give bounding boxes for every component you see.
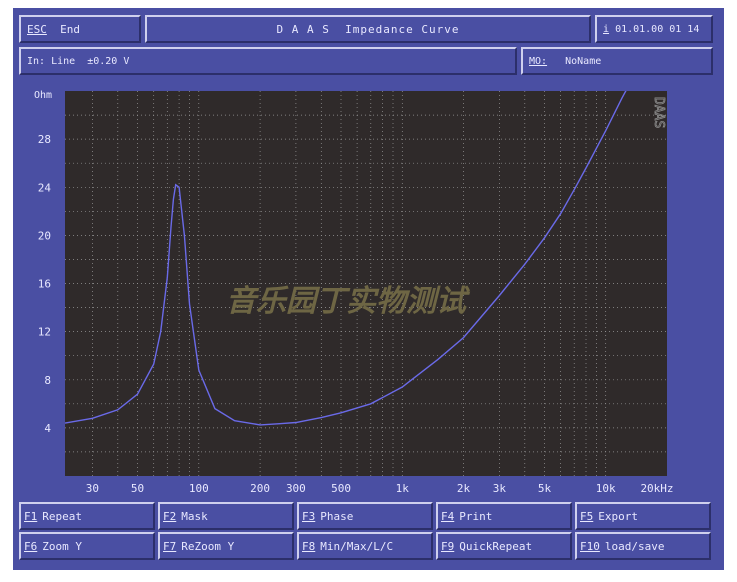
fkey-label: Export — [598, 509, 638, 523]
fkey-f10-button[interactable]: F10 load/save — [575, 532, 711, 560]
fkey-label: Print — [459, 509, 493, 523]
title-bar: D A A S Impedance Curve — [145, 15, 591, 43]
fkey-key: F1 — [24, 509, 38, 523]
esc-label: End — [60, 22, 80, 36]
y-tick-label: 20 — [38, 229, 51, 242]
fkey-label: Repeat — [42, 509, 82, 523]
fkey-key: F4 — [441, 509, 455, 523]
fkey-f8-button[interactable]: F8 Min/Max/L/C — [297, 532, 433, 560]
fkey-key: F6 — [24, 539, 38, 553]
mo-value: NoName — [565, 55, 602, 67]
fkey-f4-button[interactable]: F4 Print — [436, 502, 572, 530]
page-title: D A A S Impedance Curve — [276, 22, 460, 36]
fkey-f1-button[interactable]: F1 Repeat — [19, 502, 155, 530]
x-tick-label: 500 — [331, 482, 351, 495]
fkey-label: Mask — [181, 509, 208, 523]
fkey-label: Zoom Y — [42, 539, 82, 553]
x-tick-label: 10k — [596, 482, 616, 495]
fkey-key: F7 — [163, 539, 177, 553]
fkey-f3-button[interactable]: F3 Phase — [297, 502, 433, 530]
fkey-key: F9 — [441, 539, 455, 553]
fkey-f7-button[interactable]: F7 ReZoom Y — [158, 532, 294, 560]
x-tick-labels: 30 50 100 200 300 500 1k 2k 3k 5k 10k 20kHz — [86, 482, 674, 495]
info-key: i — [603, 23, 610, 35]
y-unit-label: Ohm — [34, 90, 52, 101]
fkey-label: Phase — [320, 509, 354, 523]
x-tick-label: 300 — [286, 482, 306, 495]
esc-end-button[interactable]: ESC End — [19, 15, 141, 43]
x-tick-label: 30 — [86, 482, 99, 495]
fkey-key: F5 — [580, 509, 594, 523]
fkey-key: F10 — [580, 539, 600, 553]
watermark-text: 音乐园丁实物测试 — [226, 284, 471, 319]
y-tick-labels: Ohm 4 8 12 16 20 24 28 — [34, 90, 52, 435]
y-tick-label: 24 — [38, 181, 52, 194]
fkey-label: load/save — [604, 539, 665, 553]
mo-name-button[interactable]: MO: NoName — [521, 47, 713, 75]
fkey-f9-button[interactable]: F9 QuickRepeat — [436, 532, 572, 560]
x-tick-label: 1k — [396, 482, 410, 495]
daas-logo: DAAS — [651, 97, 666, 128]
input-level: ±0.20 V — [87, 55, 130, 67]
x-tick-label: 200 — [250, 482, 270, 495]
x-tick-label: 100 — [189, 482, 209, 495]
fkey-f2-button[interactable]: F2 Mask — [158, 502, 294, 530]
datetime: 01.01.00 01 14 — [615, 23, 700, 35]
input-label: In: Line — [27, 55, 76, 67]
fkey-key: F8 — [302, 539, 316, 553]
x-tick-label: 3k — [493, 482, 507, 495]
fkey-f5-button[interactable]: F5 Export — [575, 502, 711, 530]
info-datetime-button[interactable]: i 01.01.00 01 14 — [595, 15, 713, 43]
y-tick-label: 12 — [38, 326, 51, 339]
x-tick-label: 2k — [457, 482, 471, 495]
y-tick-label: 8 — [44, 374, 51, 387]
graph-area: 音乐园丁实物测试 DAAS Ohm 4 8 12 16 20 24 28 30 50 100 200… — [19, 81, 713, 505]
x-tick-label: 50 — [131, 482, 144, 495]
fkey-label: QuickRepeat — [459, 539, 533, 553]
daas-screen: ESC End D A A S Impedance Curve i 01.01.… — [13, 8, 724, 570]
fkey-label: ReZoom Y — [181, 539, 235, 553]
fkey-f6-button[interactable]: F6 Zoom Y — [19, 532, 155, 560]
fkey-label: Min/Max/L/C — [320, 539, 394, 553]
y-tick-label: 4 — [44, 422, 51, 435]
impedance-chart: 音乐园丁实物测试 DAAS Ohm 4 8 12 16 20 24 28 30 50 100 200… — [34, 90, 674, 495]
input-status: In: Line ±0.20 V — [19, 47, 517, 75]
y-tick-label: 16 — [38, 278, 51, 291]
esc-key: ESC — [27, 22, 47, 36]
fkey-key: F2 — [163, 509, 177, 523]
fkey-key: F3 — [302, 509, 316, 523]
y-tick-label: 28 — [38, 133, 51, 146]
x-tick-label: 5k — [538, 482, 552, 495]
mo-key: MO: — [529, 55, 548, 67]
x-tick-label: 20kHz — [640, 482, 673, 495]
